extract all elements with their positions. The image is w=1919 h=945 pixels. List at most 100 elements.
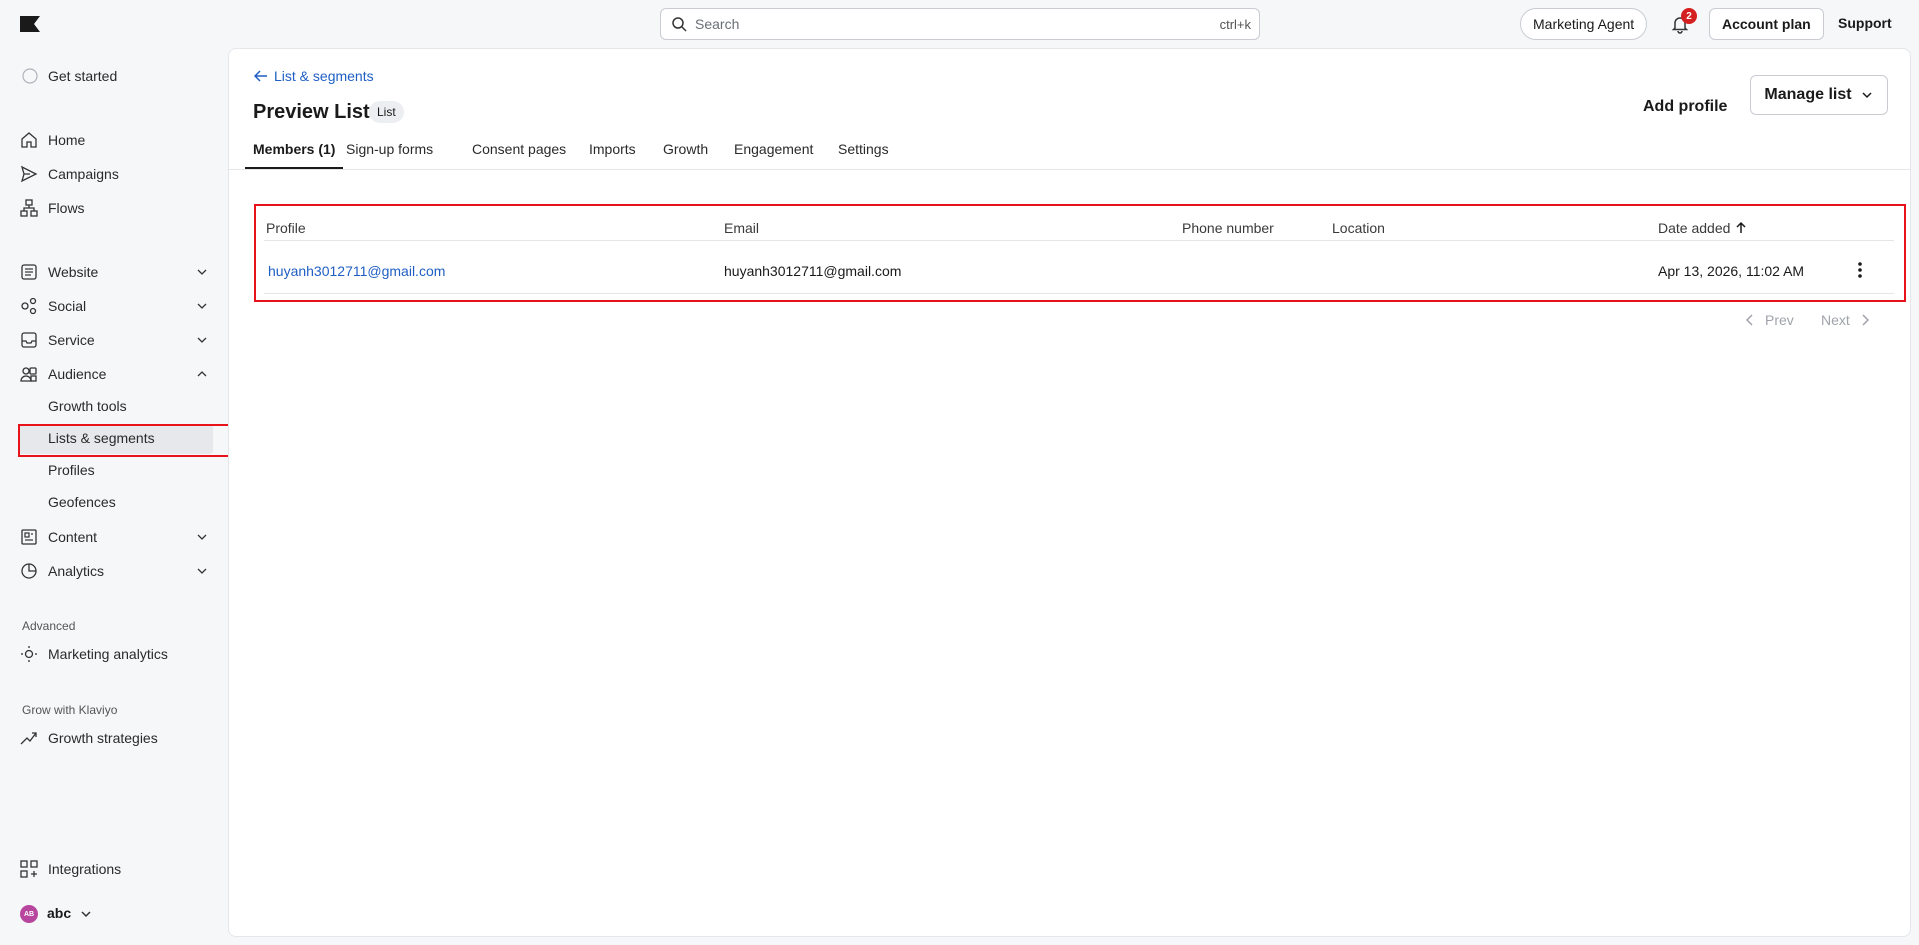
header-divider (264, 240, 1894, 241)
sidebar-item-flows[interactable]: Flows (20, 195, 210, 221)
arrow-left-icon (254, 70, 267, 82)
notification-badge: 2 (1681, 8, 1697, 24)
tab-consent-pages[interactable]: Consent pages (472, 137, 566, 169)
avatar[interactable]: AB (20, 905, 38, 923)
chevron-up-icon (197, 371, 207, 377)
row-divider (264, 293, 1894, 294)
sidebar-item-label: Campaigns (48, 166, 119, 182)
tabs-divider (229, 169, 1910, 170)
sidebar-item-growth-strategies[interactable]: Growth strategies (20, 725, 210, 751)
chevron-down-icon (197, 269, 207, 275)
sidebar-item-content[interactable]: Content (20, 524, 210, 550)
sidebar-item-audience[interactable]: Audience (20, 361, 210, 387)
sidebar-item-campaigns[interactable]: Campaigns (20, 161, 210, 187)
sort-ascending-icon (1736, 221, 1746, 233)
column-header-date-added-label: Date added (1658, 220, 1731, 236)
prev-button[interactable]: Prev (1743, 312, 1794, 328)
marketing-agent-button[interactable]: Marketing Agent (1520, 8, 1648, 40)
sidebar-item-get-started[interactable]: Get started (20, 63, 210, 89)
sidebar-item-geofences[interactable]: Geofences (48, 494, 116, 510)
sidebar-item-label: Analytics (48, 563, 105, 579)
chevron-down-icon (197, 568, 207, 574)
sidebar-item-label: Website (48, 264, 99, 280)
email-cell: huyanh3012711@gmail.com (724, 263, 902, 279)
tab-members[interactable]: Members (1) (245, 137, 344, 169)
sidebar-item-growth-tools[interactable]: Growth tools (48, 398, 127, 414)
back-link-label: List & segments (274, 68, 374, 84)
flows-icon (20, 199, 38, 217)
circle-icon (22, 68, 38, 84)
manage-list-label: Manage list (1764, 86, 1852, 103)
column-header-location[interactable]: Location (1332, 220, 1385, 236)
column-header-email[interactable]: Email (724, 220, 759, 236)
column-header-date-added[interactable]: Date added (1658, 220, 1748, 236)
date-added-cell: Apr 13, 2026, 11:02 AM (1658, 263, 1805, 279)
inbox-icon (21, 332, 37, 348)
sidebar-item-social[interactable]: Social (20, 293, 210, 319)
sidebar-item-profiles[interactable]: Profiles (48, 462, 95, 478)
sidebar-item-service[interactable]: Service (20, 327, 210, 353)
sidebar-item-analytics[interactable]: Analytics (20, 558, 210, 584)
search-shortcut: ctrl+k (1219, 16, 1251, 32)
sidebar-item-label: Service (48, 332, 95, 348)
list-type-badge: List (369, 101, 404, 123)
main-panel: List & segments Preview List List Add pr… (228, 48, 1911, 937)
lightbulb-icon (21, 646, 37, 662)
sidebar-item-label: Integrations (48, 861, 122, 877)
tab-engagement[interactable]: Engagement (734, 137, 813, 169)
account-plan-button[interactable]: Account plan (1709, 8, 1824, 40)
search-icon (672, 17, 687, 32)
sidebar-item-website[interactable]: Website (20, 259, 210, 285)
content-icon (21, 529, 37, 545)
tab-growth[interactable]: Growth (663, 137, 708, 169)
section-label-grow: Grow with Klaviyo (22, 703, 118, 717)
chevron-down-icon[interactable] (78, 906, 94, 922)
sidebar-item-marketing-analytics[interactable]: Marketing analytics (20, 641, 210, 667)
trending-up-icon (20, 732, 37, 745)
support-link[interactable]: Support (1838, 15, 1892, 31)
klaviyo-logo-icon[interactable] (20, 16, 40, 32)
pie-chart-icon (21, 563, 37, 579)
page-title: Preview List (253, 101, 370, 123)
sidebar-item-label: Marketing analytics (48, 646, 168, 662)
chevron-down-icon (1862, 92, 1872, 99)
social-icon (21, 297, 37, 315)
sidebar-item-label: Content (48, 529, 98, 545)
sidebar-item-home[interactable]: Home (20, 127, 210, 153)
next-label: Next (1821, 312, 1850, 328)
tab-imports[interactable]: Imports (589, 137, 636, 169)
website-icon (21, 264, 37, 280)
column-header-profile[interactable]: Profile (266, 220, 306, 236)
profile-link[interactable]: huyanh3012711@gmail.com (268, 263, 445, 279)
column-header-phone[interactable]: Phone number (1182, 220, 1274, 236)
members-table: Profile Email Phone number Location Date… (254, 204, 1906, 302)
account-name[interactable]: abc (47, 905, 71, 921)
prev-label: Prev (1765, 312, 1794, 328)
tab-settings[interactable]: Settings (838, 137, 889, 169)
back-link[interactable]: List & segments (254, 68, 374, 84)
sidebar: Get started Home Campaigns Flows Website… (0, 48, 228, 945)
tab-bar: Members (1) Sign-up forms Consent pages … (245, 137, 1895, 169)
chevron-down-icon (197, 534, 207, 540)
chevron-down-icon (197, 337, 207, 343)
chevron-down-icon (197, 303, 207, 309)
audience-icon (20, 367, 37, 382)
search-placeholder: Search (695, 16, 740, 32)
sidebar-item-label: Get started (48, 68, 118, 84)
search-input[interactable]: Search ctrl+k (660, 8, 1260, 40)
integrations-icon (20, 860, 38, 878)
sidebar-item-label: Audience (48, 366, 107, 382)
sidebar-item-label: Growth strategies (48, 730, 158, 746)
sidebar-item-integrations[interactable]: Integrations (20, 856, 210, 882)
sidebar-highlight-box (18, 424, 235, 457)
send-icon (20, 165, 38, 183)
chevron-left-icon (1745, 314, 1753, 326)
next-button[interactable]: Next (1821, 312, 1872, 328)
manage-list-button[interactable]: Manage list (1750, 75, 1888, 115)
add-profile-button[interactable]: Add profile (1643, 87, 1727, 127)
sidebar-item-label: Home (48, 132, 86, 148)
tab-sign-up-forms[interactable]: Sign-up forms (346, 137, 433, 169)
sidebar-item-label: Social (48, 298, 87, 314)
more-vertical-icon[interactable] (1850, 260, 1870, 280)
chevron-right-icon (1862, 314, 1869, 326)
